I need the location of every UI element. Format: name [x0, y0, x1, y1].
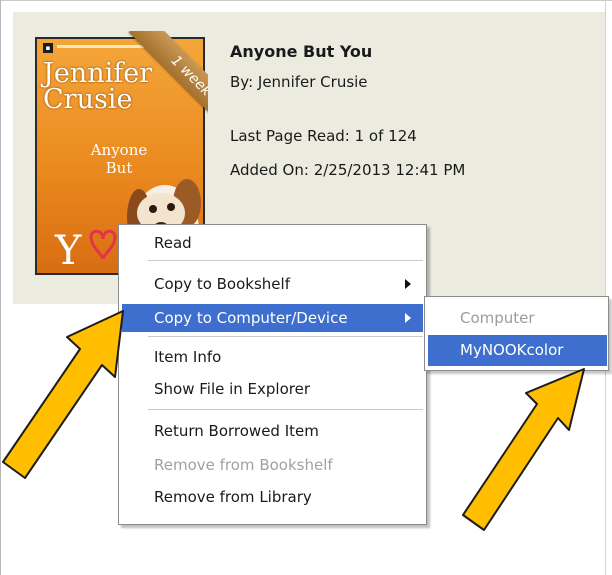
submenu-item-mynookcolor[interactable]: MyNOOKcolor [428, 335, 607, 366]
last-page-read: Last Page Read: 1 of 124 [230, 127, 417, 145]
menu-item-show-file-in-explorer[interactable]: Show File in Explorer [122, 375, 423, 403]
menu-separator [148, 336, 423, 337]
submenu-arrow-icon [405, 313, 411, 323]
menu-item-remove-from-bookshelf[interactable]: Remove from Bookshelf [122, 451, 423, 479]
submenu-item-label: MyNOOKcolor [460, 341, 564, 359]
menu-item-label: Remove from Library [154, 488, 312, 506]
menu-separator [148, 260, 423, 261]
window-right-border [605, 0, 606, 575]
book-title: Anyone But You [230, 42, 373, 61]
menu-item-label: Show File in Explorer [154, 380, 311, 398]
loan-ribbon: 1 week [112, 31, 208, 127]
menu-item-read[interactable]: Read [122, 229, 423, 257]
svg-text:Y: Y [54, 228, 82, 274]
copy-to-device-submenu: Computer MyNOOKcolor [424, 296, 609, 371]
submenu-arrow-icon [405, 279, 411, 289]
book-author: By: Jennifer Crusie [230, 73, 368, 91]
annotation-arrow-right [462, 368, 585, 531]
loan-ribbon-label: 1 week [128, 31, 208, 127]
added-on-date: Added On: 2/25/2013 12:41 PM [230, 161, 466, 179]
menu-item-return-borrowed-item[interactable]: Return Borrowed Item [122, 417, 423, 445]
menu-item-label: Remove from Bookshelf [154, 456, 333, 474]
menu-item-label: Read [154, 234, 192, 252]
menu-item-label: Copy to Bookshelf [154, 275, 290, 293]
menu-separator [148, 409, 423, 410]
submenu-item-computer[interactable]: Computer [428, 303, 607, 334]
window-top-border [0, 0, 612, 1]
menu-item-label: Copy to Computer/Device [154, 309, 348, 327]
context-menu: Read Copy to Bookshelf Copy to Computer/… [118, 224, 427, 525]
submenu-item-label: Computer [460, 309, 535, 327]
annotation-arrow-left [2, 310, 124, 479]
menu-item-label: Item Info [154, 348, 222, 366]
menu-item-item-info[interactable]: Item Info [122, 343, 423, 371]
menu-item-remove-from-library[interactable]: Remove from Library [122, 483, 423, 511]
window-left-border [0, 0, 1, 575]
menu-item-copy-to-computer-device[interactable]: Copy to Computer/Device [122, 304, 423, 332]
menu-item-copy-to-bookshelf[interactable]: Copy to Bookshelf [122, 270, 423, 298]
publisher-logo-icon: ▪ [43, 43, 53, 53]
menu-item-label: Return Borrowed Item [154, 422, 319, 440]
